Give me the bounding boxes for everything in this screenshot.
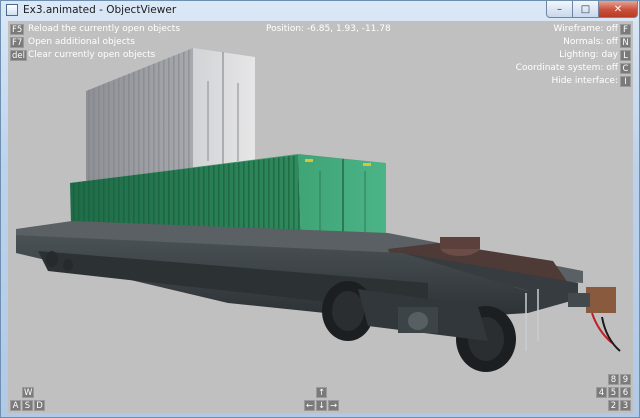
numpad-5-key[interactable]: 5 — [608, 387, 619, 398]
reload-label: Reload the currently open objects — [28, 24, 181, 34]
move-left-key[interactable]: A — [10, 400, 21, 411]
maximize-button[interactable]: □ — [572, 1, 599, 18]
minimize-icon: – — [557, 3, 562, 15]
wagon-model-render — [16, 47, 621, 372]
title-bar[interactable]: Ex3.animated - ObjectViewer – □ ✕ — [1, 1, 639, 21]
move-back-key[interactable]: S — [22, 400, 33, 411]
app-icon — [6, 4, 18, 16]
numpad-4-key[interactable]: 4 — [596, 387, 607, 398]
lighting-key[interactable]: L — [620, 50, 631, 61]
numpad-9-key[interactable]: 9 — [620, 374, 631, 385]
minimize-button[interactable]: – — [546, 1, 573, 18]
open-additional-key[interactable]: F7 — [10, 37, 25, 48]
normals-key[interactable]: N — [620, 37, 631, 48]
arrow-right-key[interactable]: → — [328, 400, 340, 411]
hide-interface-key[interactable]: I — [620, 76, 631, 87]
numpad-8-key[interactable]: 8 — [608, 374, 619, 385]
arrow-up-key[interactable]: ↑ — [316, 387, 328, 398]
reload-key[interactable]: F5 — [10, 24, 25, 35]
arrow-left-key[interactable]: ← — [304, 400, 316, 411]
move-right-key[interactable]: D — [34, 400, 45, 411]
clear-label: Clear currently open objects — [28, 50, 156, 60]
open-additional-label: Open additional objects — [28, 37, 135, 47]
3d-viewport[interactable]: F5 Reload the currently open objects F7 … — [8, 21, 633, 413]
hide-interface-label: Hide interface: — [551, 76, 618, 86]
clear-key[interactable]: del — [10, 50, 27, 61]
camera-position-readout: Position: -6.85, 1.93, -11.78 — [266, 24, 391, 34]
objectviewer-window: Ex3.animated - ObjectViewer – □ ✕ F5 Rel… — [0, 0, 640, 418]
numpad-3-key[interactable]: 3 — [620, 400, 631, 411]
wireframe-label: Wireframe: off — [553, 24, 618, 34]
arrow-down-key[interactable]: ↓ — [316, 400, 328, 411]
coordinate-system-key[interactable]: C — [620, 63, 631, 74]
close-icon: ✕ — [613, 3, 623, 15]
numpad-2-key[interactable]: 2 — [608, 400, 619, 411]
numpad-6-key[interactable]: 6 — [620, 387, 631, 398]
lighting-label: Lighting: day — [559, 50, 618, 60]
window-title: Ex3.animated - ObjectViewer — [23, 4, 177, 16]
wireframe-key[interactable]: F — [620, 24, 631, 35]
coordinate-system-label: Coordinate system: off — [515, 63, 618, 73]
maximize-icon: □ — [580, 3, 591, 15]
close-button[interactable]: ✕ — [598, 1, 638, 18]
normals-label: Normals: off — [563, 37, 618, 47]
gray-container-end — [193, 48, 255, 171]
move-forward-key[interactable]: W — [22, 387, 35, 398]
